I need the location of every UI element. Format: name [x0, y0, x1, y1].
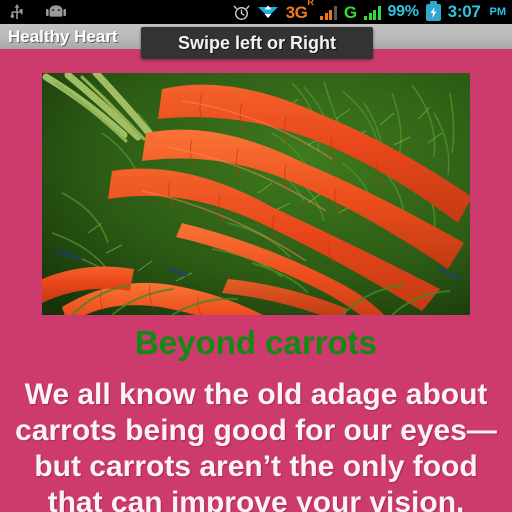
roaming-indicator: R — [307, 0, 314, 7]
usb-icon — [10, 4, 24, 20]
toast-message: Swipe left or Right — [141, 27, 373, 59]
status-bar[interactable]: 3GR G 99% 3:07 PM — [0, 0, 512, 24]
battery-percent-label: 99% — [387, 3, 419, 20]
clock-time: 3:07 — [447, 2, 481, 21]
network-type-3g: 3GR — [286, 0, 314, 21]
network-type-g: G — [343, 2, 358, 22]
article-body-text: We all know the old adage about carrots … — [15, 378, 497, 512]
status-bar-right-icons: 3GR G 99% 3:07 PM — [233, 0, 507, 22]
toast-text: Swipe left or Right — [177, 32, 336, 53]
wifi-icon — [257, 4, 279, 20]
battery-charging-icon — [425, 0, 441, 21]
app-title: Healthy Heart — [8, 26, 118, 46]
app-screen: 3GR G 99% 3:07 PM Healthy Heart Beyond c… — [0, 0, 512, 512]
article-heading: Beyond carrots — [134, 324, 378, 361]
alarm-clock-icon — [233, 4, 250, 21]
article-content[interactable]: Beyond carrots We all know the old adage… — [0, 49, 512, 512]
status-bar-left-icons — [10, 4, 66, 20]
signal-bars-3g-icon — [320, 5, 337, 20]
carrots-photo — [42, 73, 470, 315]
android-robot-icon — [46, 5, 66, 19]
article-image — [42, 73, 470, 315]
signal-bars-g-icon — [364, 5, 381, 20]
clock-ampm: PM — [489, 6, 507, 18]
